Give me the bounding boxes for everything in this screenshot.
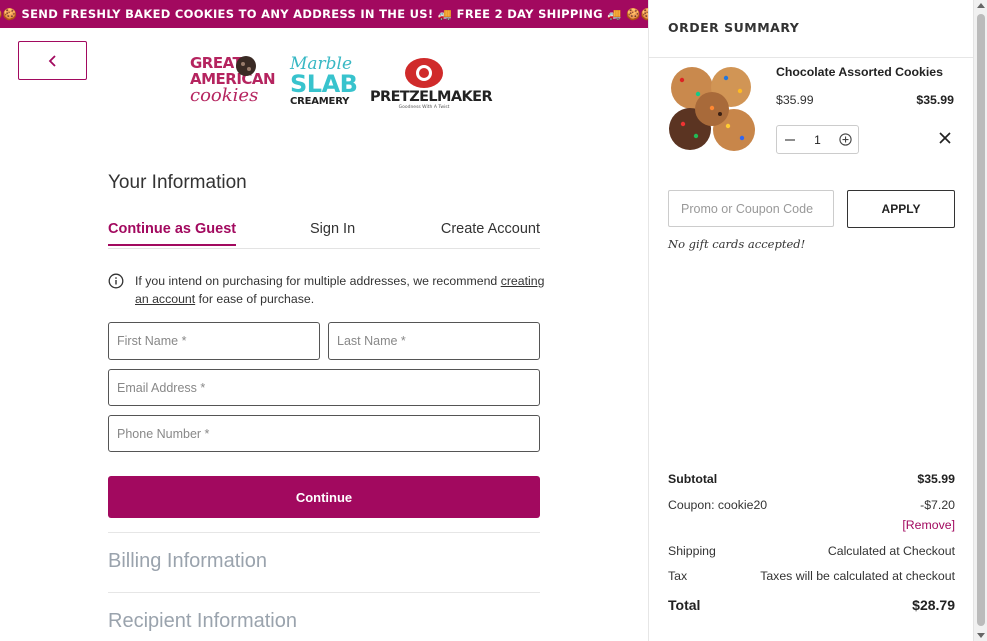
recipient-information-heading[interactable]: Recipient Information bbox=[108, 610, 297, 633]
tax-label: Tax bbox=[668, 569, 688, 583]
scroll-thumb[interactable] bbox=[977, 14, 985, 626]
remove-coupon-link[interactable]: [Remove] bbox=[902, 518, 955, 532]
notice-text-end: for ease of purchase. bbox=[195, 292, 315, 306]
logo-tagline: Goodness With A Twist bbox=[398, 104, 450, 110]
scrollbar[interactable] bbox=[973, 0, 987, 641]
continue-button[interactable]: Continue bbox=[108, 476, 540, 518]
back-button[interactable] bbox=[18, 41, 87, 80]
info-icon bbox=[108, 273, 124, 289]
shipping-value: Calculated at Checkout bbox=[827, 544, 955, 558]
notice-text: If you intend on purchasing for multiple… bbox=[135, 274, 501, 288]
account-tabs: Continue as Guest Sign In Create Account bbox=[108, 219, 540, 249]
close-icon[interactable] bbox=[938, 131, 952, 145]
divider bbox=[649, 57, 974, 58]
tab-create-account[interactable]: Create Account bbox=[441, 221, 540, 237]
phone-field[interactable] bbox=[108, 415, 540, 452]
subtotal-row: Subtotal $35.99 bbox=[668, 472, 955, 486]
total-row: Total $28.79 bbox=[668, 597, 955, 613]
logo-text: PRETZELMAKER bbox=[370, 89, 493, 105]
shipping-row: Shipping Calculated at Checkout bbox=[668, 544, 955, 558]
gift-card-note: No gift cards accepted! bbox=[668, 237, 806, 251]
quantity-stepper: 1 bbox=[776, 125, 859, 154]
quantity-value[interactable]: 1 bbox=[814, 133, 821, 147]
billing-information-heading[interactable]: Billing Information bbox=[108, 550, 267, 573]
divider bbox=[108, 592, 540, 593]
shipping-label: Shipping bbox=[668, 544, 716, 558]
tax-value: Taxes will be calculated at checkout bbox=[760, 569, 955, 583]
order-summary-title: ORDER SUMMARY bbox=[668, 20, 800, 35]
scroll-up-icon[interactable] bbox=[977, 3, 985, 8]
pretzelmaker-logo[interactable]: PRETZELMAKER Goodness With A Twist bbox=[370, 58, 493, 112]
total-value: $28.79 bbox=[912, 597, 955, 613]
subtotal-value: $35.99 bbox=[917, 472, 955, 486]
order-totals: Subtotal $35.99 Coupon: cookie20 -$7.20 … bbox=[649, 450, 974, 641]
tab-sign-in[interactable]: Sign In bbox=[310, 221, 355, 237]
great-american-cookies-logo[interactable]: GREAT AMERICAN cookies bbox=[190, 56, 276, 112]
promo-banner-text: 🍪🍪 SEND FRESHLY BAKED COOKIES TO ANY ADD… bbox=[0, 7, 660, 21]
total-label: Total bbox=[668, 597, 701, 613]
promo-code-input[interactable] bbox=[668, 190, 834, 227]
subtotal-label: Subtotal bbox=[668, 472, 718, 486]
tax-row: Tax Taxes will be calculated at checkout bbox=[668, 569, 955, 583]
scroll-down-icon[interactable] bbox=[977, 633, 985, 638]
cookie-icon bbox=[236, 56, 256, 76]
product-name: Chocolate Assorted Cookies bbox=[776, 65, 943, 79]
coupon-row: Coupon: cookie20 -$7.20 bbox=[668, 498, 955, 512]
promo-banner: 🍪🍪 SEND FRESHLY BAKED COOKIES TO ANY ADD… bbox=[0, 0, 660, 28]
coupon-label: Coupon: cookie20 bbox=[668, 498, 768, 512]
divider bbox=[108, 532, 540, 533]
last-name-field[interactable] bbox=[328, 322, 540, 360]
product-unit-price: $35.99 bbox=[776, 93, 814, 107]
pretzel-icon bbox=[405, 58, 443, 88]
logo-text: SLAB bbox=[290, 70, 358, 98]
chevron-left-icon bbox=[48, 54, 56, 67]
marble-slab-creamery-logo[interactable]: Marble SLAB CREAMERY bbox=[290, 56, 358, 112]
logo-text: CREAMERY bbox=[290, 96, 350, 107]
logo-text: cookies bbox=[190, 85, 259, 106]
plus-icon[interactable] bbox=[838, 133, 852, 147]
email-field[interactable] bbox=[108, 369, 540, 406]
minus-icon[interactable] bbox=[783, 133, 797, 147]
first-name-field[interactable] bbox=[108, 322, 320, 360]
order-summary-panel: ORDER SUMMARY Chocolate Assorted Cookies… bbox=[648, 0, 974, 641]
coupon-value: -$7.20 bbox=[920, 498, 955, 512]
tab-continue-as-guest[interactable]: Continue as Guest bbox=[108, 221, 237, 246]
product-image bbox=[669, 67, 755, 151]
your-information-heading: Your Information bbox=[108, 172, 247, 193]
apply-button[interactable]: APPLY bbox=[847, 190, 955, 228]
product-line-total: $35.99 bbox=[916, 93, 954, 107]
